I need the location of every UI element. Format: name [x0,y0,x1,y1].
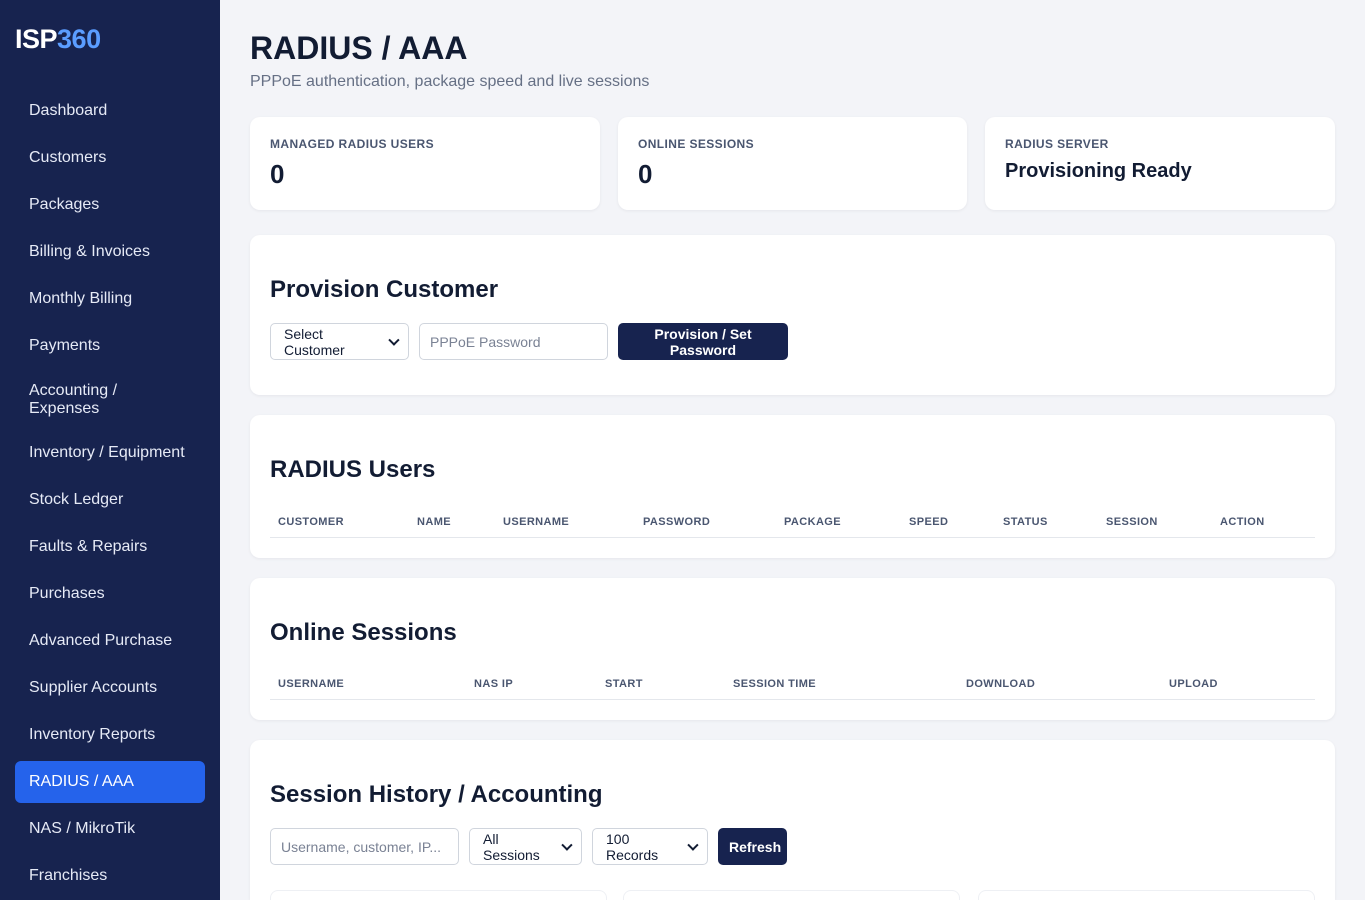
sidebar-item-nas-mikrotik[interactable]: NAS / MikroTik [15,808,205,850]
online-sessions-card: Online Sessions USERNAME NAS IP START SE… [250,578,1335,720]
provision-button[interactable]: Provision / Set Password [618,323,788,360]
sidebar-item-inventory-reports[interactable]: Inventory Reports [15,714,205,756]
history-search-input[interactable] [270,828,459,865]
stat-card-online-sessions: ONLINE SESSIONS 0 [618,117,967,210]
chevron-down-icon [687,838,699,851]
history-summary-card [623,890,960,900]
stat-card-radius-server: RADIUS SERVER Provisioning Ready [985,117,1335,210]
column-header: PASSWORD [643,516,711,528]
sidebar-item-franchises[interactable]: Franchises [15,855,205,897]
stat-label: ONLINE SESSIONS [638,137,755,151]
sidebar-item-accounting-expenses[interactable]: Accounting / Expenses [15,372,205,427]
column-header: SESSION TIME [733,678,817,690]
radius-users-table-header: CUSTOMER NAME USERNAME PASSWORD PACKAGE … [270,506,1315,538]
sidebar-item-stock-ledger[interactable]: Stock Ledger [15,479,205,521]
session-filter-select[interactable]: All Sessions [469,828,582,865]
column-header: NAS IP [474,678,514,690]
sidebar-item-inventory-equipment[interactable]: Inventory / Equipment [15,432,205,474]
chevron-down-icon [388,333,400,346]
select-value: All Sessions [483,830,540,863]
stat-label: RADIUS SERVER [1005,137,1109,151]
customer-select[interactable]: Select Customer [270,323,409,360]
sidebar-item-packages[interactable]: Packages [15,184,205,226]
section-title: Session History / Accounting [270,781,603,808]
sidebar-nav: Dashboard Customers Packages Billing & I… [15,90,205,900]
main-content: RADIUS / AAA PPPoE authentication, packa… [220,0,1365,900]
column-header: ACTION [1220,516,1265,528]
sidebar-item-customers[interactable]: Customers [15,137,205,179]
radius-users-card: RADIUS Users CUSTOMER NAME USERNAME PASS… [250,415,1335,558]
pppoe-password-input[interactable] [419,323,608,360]
sidebar-item-faults-repairs[interactable]: Faults & Repairs [15,526,205,568]
column-header: USERNAME [503,516,570,528]
page-subtitle: PPPoE authentication, package speed and … [250,73,650,90]
sidebar-item-radius-aaa[interactable]: RADIUS / AAA [15,761,205,803]
column-header: NAME [417,516,451,528]
stat-card-managed-users: MANAGED RADIUS USERS 0 [250,117,600,210]
sidebar-item-billing-invoices[interactable]: Billing & Invoices [15,231,205,273]
chevron-down-icon [561,838,573,851]
history-summary-card [270,890,607,900]
select-value: Select Customer [284,325,345,358]
section-title: Online Sessions [270,619,457,646]
sidebar-item-monthly-billing[interactable]: Monthly Billing [15,278,205,320]
sidebar-item-payments[interactable]: Payments [15,325,205,367]
page-title: RADIUS / AAA [250,30,468,66]
stat-value: Provisioning Ready [1005,160,1192,182]
sidebar: ISP360 Dashboard Customers Packages Bill… [0,0,220,900]
section-title: Provision Customer [270,276,499,303]
app-logo[interactable]: ISP360 [15,24,101,55]
column-header: UPLOAD [1169,678,1218,690]
logo-accent-text: 360 [57,24,101,54]
refresh-button[interactable]: Refresh [718,828,787,865]
sidebar-item-advanced-purchase[interactable]: Advanced Purchase [15,620,205,662]
sidebar-item-dashboard[interactable]: Dashboard [15,90,205,132]
column-header: SESSION [1106,516,1158,528]
stat-label: MANAGED RADIUS USERS [270,137,435,151]
column-header: USERNAME [278,678,345,690]
column-header: CUSTOMER [278,516,344,528]
sidebar-item-purchases[interactable]: Purchases [15,573,205,615]
select-value: 100 Records [606,830,659,863]
session-history-card: Session History / Accounting All Session… [250,740,1335,900]
column-header: STATUS [1003,516,1048,528]
stat-value: 0 [638,159,653,189]
sidebar-item-supplier-accounts[interactable]: Supplier Accounts [15,667,205,709]
column-header: DOWNLOAD [966,678,1036,690]
column-header: SPEED [909,516,949,528]
column-header: START [605,678,643,690]
column-header: PACKAGE [784,516,841,528]
records-select[interactable]: 100 Records [592,828,708,865]
provision-customer-card: Provision Customer Select Customer Provi… [250,235,1335,395]
stat-value: 0 [270,159,285,189]
online-sessions-table-header: USERNAME NAS IP START SESSION TIME DOWNL… [270,668,1315,700]
section-title: RADIUS Users [270,456,436,483]
history-summary-card [978,890,1315,900]
logo-text: ISP [15,24,58,54]
